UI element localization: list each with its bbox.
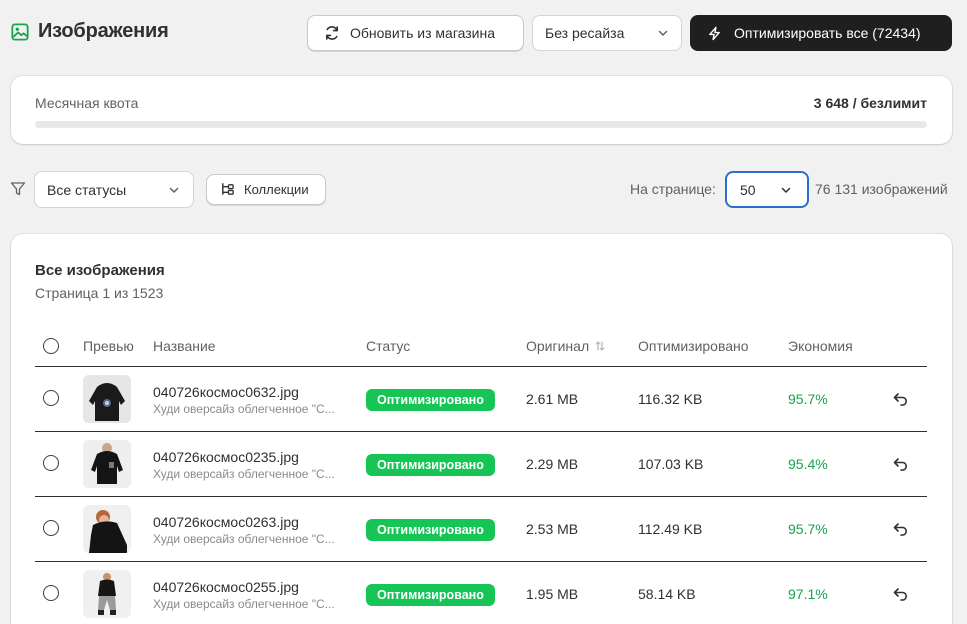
column-header-preview: Превью — [83, 338, 134, 354]
file-description: Худи оверсайз облегченное "С... — [153, 532, 335, 546]
refresh-icon — [326, 26, 338, 40]
file-description: Худи оверсайз облегченное "С... — [153, 597, 335, 611]
chevron-down-icon — [169, 187, 179, 193]
monthly-quota-card: Месячная квота 3 648 / безлимит — [11, 76, 952, 144]
title-wrap: Изображения — [11, 20, 169, 43]
quota-value: 3 648 / безлимит — [813, 95, 927, 111]
status-badge: Оптимизировано — [366, 584, 495, 606]
optimize-all-label: Оптимизировать все (72434) — [734, 25, 921, 41]
hoodie-image — [83, 505, 131, 553]
column-header-status: Статус — [366, 338, 411, 354]
per-page-select[interactable]: 50 — [725, 171, 809, 208]
row-checkbox[interactable] — [43, 585, 59, 601]
per-page-value: 50 — [740, 181, 756, 198]
table-title: Все изображения — [35, 262, 165, 279]
hoodie-image — [83, 570, 131, 618]
product-thumbnail[interactable] — [83, 440, 131, 488]
product-thumbnail[interactable] — [83, 505, 131, 553]
refresh-from-store-button[interactable]: Обновить из магазина — [307, 15, 524, 51]
quota-progress-bar — [35, 121, 927, 128]
table-row[interactable]: 040726космос0235.jpg Худи оверсайз облег… — [35, 432, 927, 497]
row-checkbox[interactable] — [43, 390, 59, 406]
table-row[interactable]: 040726космос0255.jpg Худи оверсайз облег… — [35, 562, 927, 624]
images-table-card: Все изображения Страница 1 из 1523 Превь… — [11, 234, 952, 624]
table-header: Превью Название Статус Оригинал Оптимизи… — [35, 334, 927, 367]
quota-label: Месячная квота — [35, 95, 139, 111]
collections-label: Коллекции — [244, 182, 309, 197]
product-thumbnail[interactable] — [83, 570, 131, 618]
file-description: Худи оверсайз облегченное "С... — [153, 467, 335, 481]
table-subtitle: Страница 1 из 1523 — [35, 285, 164, 301]
filter-icon[interactable] — [10, 181, 26, 197]
table-row[interactable]: 040726космос0632.jpg Худи оверсайз облег… — [35, 367, 927, 432]
optimized-size: 112.49 KB — [638, 521, 703, 537]
image-icon — [11, 22, 29, 41]
original-size: 1.95 MB — [526, 586, 579, 602]
collections-button[interactable]: Коллекции — [206, 174, 326, 205]
status-badge: Оптимизировано — [366, 389, 495, 411]
optimized-size: 116.32 KB — [638, 391, 703, 407]
undo-icon[interactable] — [892, 390, 910, 408]
undo-icon[interactable] — [892, 520, 910, 538]
row-checkbox[interactable] — [43, 455, 59, 471]
resize-select-value: Без ресайза — [545, 25, 625, 41]
file-name: 040726космос0632.jpg — [153, 384, 299, 400]
product-thumbnail[interactable] — [83, 375, 131, 423]
optimize-all-button[interactable]: Оптимизировать все (72434) — [690, 15, 952, 51]
sort-icon[interactable] — [594, 340, 606, 352]
table-row[interactable]: 040726космос0263.jpg Худи оверсайз облег… — [35, 497, 927, 562]
optimized-size: 107.03 KB — [638, 456, 704, 472]
savings-percent: 95.7% — [788, 521, 828, 537]
column-header-name: Название — [153, 338, 216, 354]
row-checkbox[interactable] — [43, 520, 59, 536]
per-page-label: На странице: — [630, 181, 716, 197]
optimized-size: 58.14 KB — [638, 586, 696, 602]
status-filter-select[interactable]: Все статусы — [34, 171, 194, 208]
lightning-icon — [709, 26, 720, 40]
page-title: Изображения — [38, 20, 169, 42]
column-header-original-label: Оригинал — [526, 338, 590, 354]
undo-icon[interactable] — [892, 585, 910, 603]
chevron-down-icon — [658, 30, 668, 36]
total-images-count: 76 131 изображений — [815, 181, 948, 197]
resize-select[interactable]: Без ресайза — [532, 15, 682, 51]
status-filter-value: Все статусы — [47, 181, 127, 198]
file-name: 040726космос0263.jpg — [153, 514, 299, 530]
page-header: Изображения Обновить из магазина Без рес… — [0, 0, 967, 66]
hoodie-image — [83, 375, 131, 423]
refresh-button-label: Обновить из магазина — [350, 25, 496, 41]
column-header-savings: Экономия — [788, 338, 853, 354]
savings-percent: 95.4% — [788, 456, 828, 472]
file-name: 040726космос0235.jpg — [153, 449, 299, 465]
select-all-checkbox[interactable] — [43, 338, 59, 354]
status-badge: Оптимизировано — [366, 454, 495, 476]
original-size: 2.53 MB — [526, 521, 579, 537]
column-header-original[interactable]: Оригинал — [526, 338, 606, 354]
status-badge: Оптимизировано — [366, 519, 495, 541]
chevron-down-icon — [781, 187, 791, 193]
undo-icon[interactable] — [892, 455, 910, 473]
hoodie-image — [83, 440, 131, 488]
collections-icon — [222, 183, 234, 195]
savings-percent: 97.1% — [788, 586, 828, 602]
file-description: Худи оверсайз облегченное "С... — [153, 402, 335, 416]
file-name: 040726космос0255.jpg — [153, 579, 299, 595]
original-size: 2.29 MB — [526, 456, 579, 472]
original-size: 2.61 MB — [526, 391, 579, 407]
column-header-optimized: Оптимизировано — [638, 338, 749, 354]
savings-percent: 95.7% — [788, 391, 828, 407]
